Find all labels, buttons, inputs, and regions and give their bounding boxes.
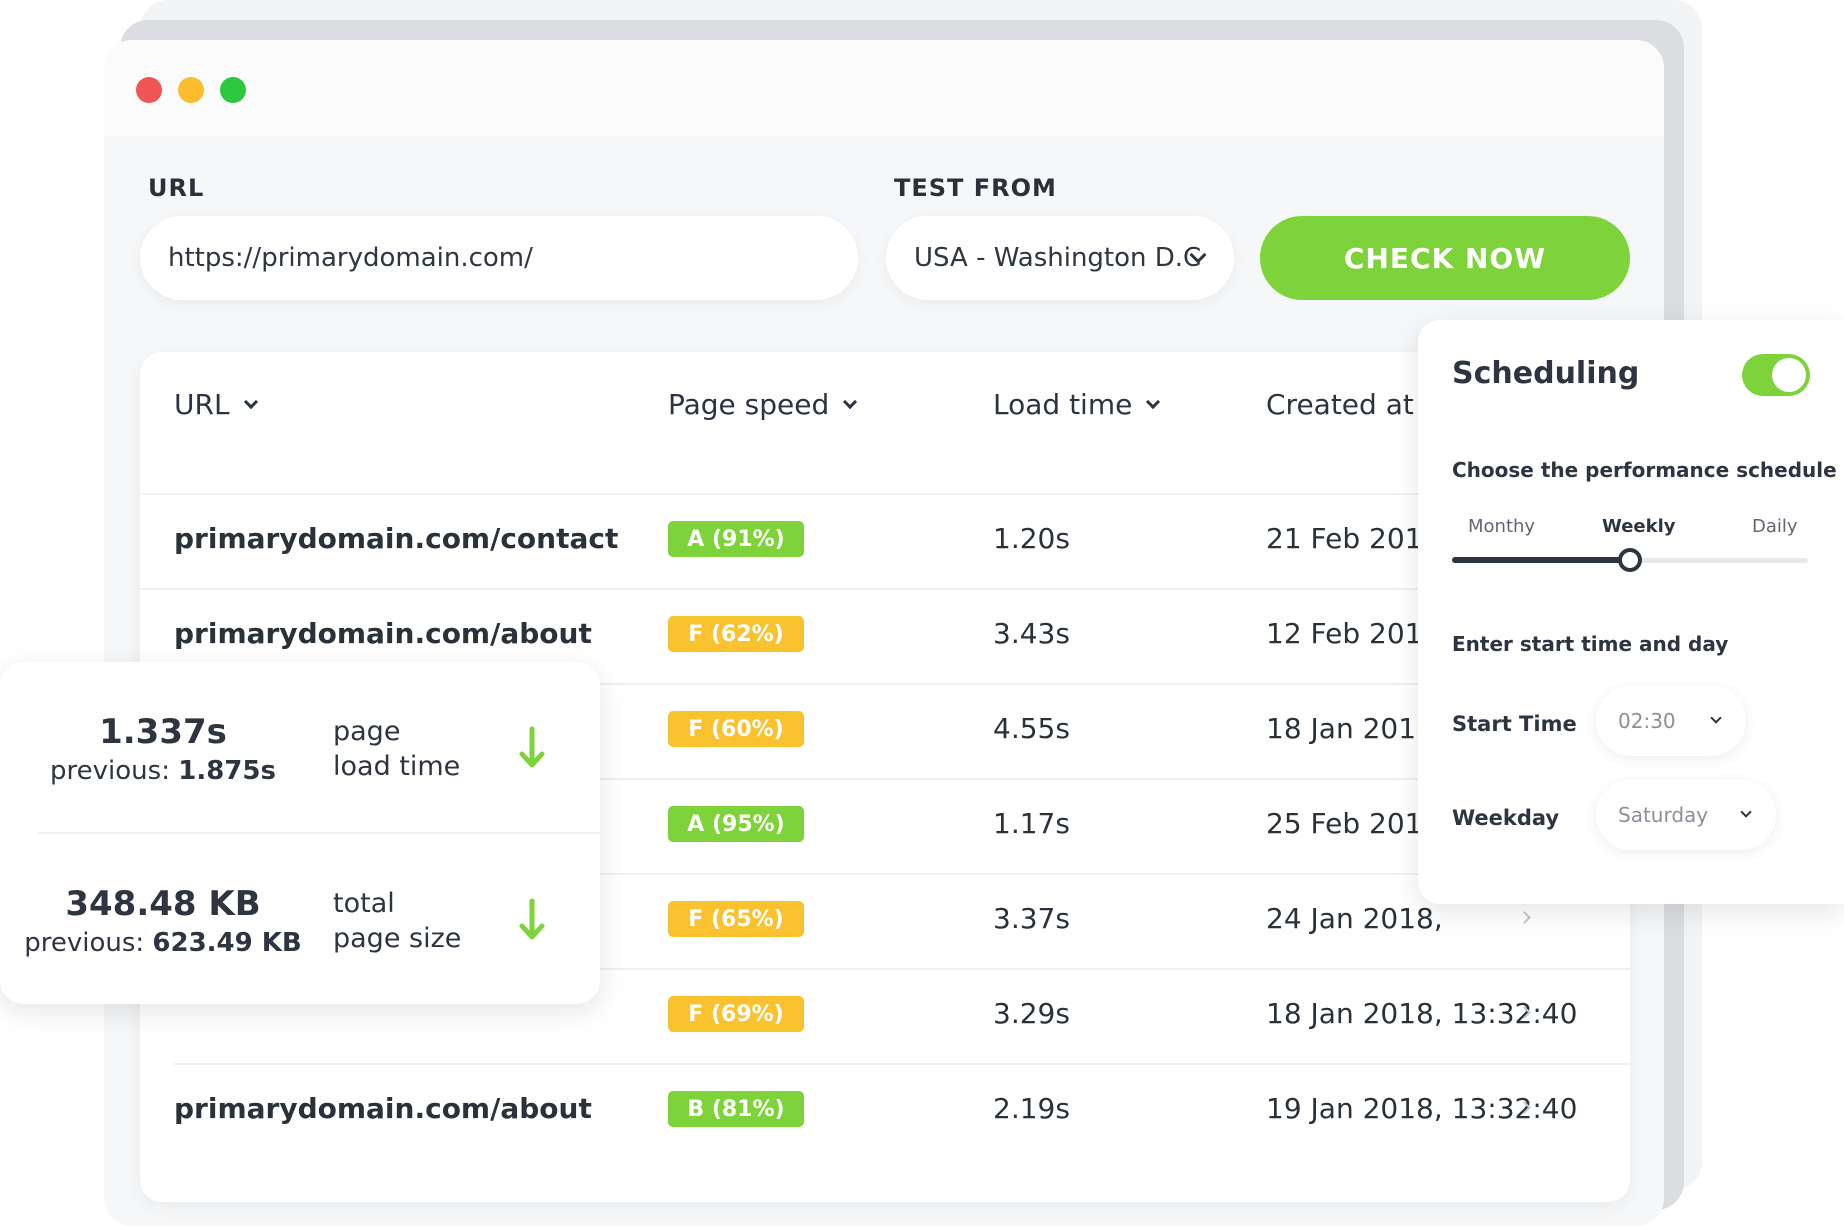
scheduling-title: Scheduling: [1452, 356, 1640, 391]
start-time-label: Start Time: [1452, 712, 1577, 736]
page-speed-badge: A (95%): [668, 806, 804, 842]
row-load-time: 4.55s: [993, 712, 1070, 745]
chevron-down-icon: [1710, 712, 1722, 724]
page-speed-badge: F (60%): [668, 711, 804, 747]
label-line: load time: [333, 751, 461, 782]
row-created-at: 18 Jan 2018, 13:32:40: [1266, 997, 1578, 1030]
row-divider: [140, 588, 1630, 590]
label-line: page: [333, 716, 401, 747]
row-created-at: 21 Feb 2018: [1266, 522, 1441, 555]
scheduling-panel: Scheduling Choose the performance schedu…: [1418, 320, 1844, 904]
url-input[interactable]: https://primarydomain.com/: [140, 216, 858, 300]
schedule-choice-label: Choose the performance schedule: [1452, 458, 1837, 482]
frequency-slider-fill: [1452, 557, 1630, 563]
arrow-down-icon: [519, 726, 545, 768]
chevron-right-icon: [1518, 911, 1531, 924]
start-time-select[interactable]: 02:30: [1596, 686, 1746, 756]
column-header-load-time[interactable]: Load time: [993, 388, 1161, 421]
row-load-time: 3.29s: [993, 997, 1070, 1030]
scheduling-toggle[interactable]: [1742, 354, 1810, 396]
previous-label: previous:: [24, 928, 145, 958]
weekday-value: Saturday: [1618, 803, 1709, 827]
row-created-at: 12 Feb 2018: [1266, 617, 1441, 650]
load-time-label: page load time: [333, 714, 460, 784]
close-window-button[interactable]: [136, 77, 162, 103]
test-from-select[interactable]: USA - Washington D.C: [886, 216, 1234, 300]
test-from-value: USA - Washington D.C: [914, 243, 1202, 273]
maximize-window-button[interactable]: [220, 77, 246, 103]
page-speed-badge: F (62%): [668, 616, 804, 652]
weekday-select[interactable]: Saturday: [1596, 780, 1776, 850]
row-divider: [174, 1063, 1630, 1065]
title-bar: [104, 40, 1664, 136]
row-url: primarydomain.com/about: [174, 617, 592, 650]
chevron-down-icon: [243, 394, 258, 409]
column-header-label: Page speed: [668, 388, 830, 421]
previous-value: 623.49 KB: [152, 928, 302, 958]
page-speed-badge: B (81%): [668, 1091, 804, 1127]
column-header-label: Load time: [993, 388, 1133, 421]
chevron-down-icon: [843, 394, 858, 409]
frequency-option-monthly[interactable]: Monthy: [1468, 516, 1535, 537]
frequency-option-weekly[interactable]: Weekly: [1602, 516, 1676, 537]
row-created-at: 19 Jan 2018, 13:32:40: [1266, 1092, 1578, 1125]
row-load-time: 2.19s: [993, 1092, 1070, 1125]
column-header-created-at[interactable]: Created at: [1266, 388, 1414, 421]
test-from-label: TEST FROM: [894, 174, 1057, 202]
previous-label: previous:: [50, 756, 170, 786]
row-load-time: 3.43s: [993, 617, 1070, 650]
chevron-down-icon: [1740, 806, 1752, 818]
url-input-value: https://primarydomain.com/: [168, 243, 533, 273]
table-row[interactable]: primarydomain.com/contact A (91%) 1.20s …: [140, 493, 1630, 588]
row-url: primarydomain.com/contact: [174, 522, 619, 555]
column-header-label: Created at: [1266, 388, 1414, 421]
load-time-previous: previous: 1.875s: [30, 756, 296, 786]
frequency-slider-handle[interactable]: [1618, 548, 1642, 572]
url-label: URL: [148, 174, 205, 202]
stats-summary-card: 1.337s previous: 1.875s page load time 3…: [0, 662, 600, 1004]
row-created-at: 18 Jan 2018,: [1266, 712, 1443, 745]
column-header-url[interactable]: URL: [174, 388, 258, 421]
start-time-value: 02:30: [1618, 709, 1676, 733]
row-divider: [140, 493, 1630, 495]
page-size-previous: previous: 623.49 KB: [20, 928, 306, 958]
label-line: total: [333, 888, 395, 919]
minimize-window-button[interactable]: [178, 77, 204, 103]
page-speed-badge: F (69%): [668, 996, 804, 1032]
row-load-time: 3.37s: [993, 902, 1070, 935]
column-header-label: URL: [174, 388, 230, 421]
stats-divider: [38, 832, 600, 834]
row-created-at: 24 Jan 2018,: [1266, 902, 1443, 935]
row-load-time: 1.17s: [993, 807, 1070, 840]
page-size-label: total page size: [333, 886, 461, 956]
label-line: page size: [333, 923, 462, 954]
check-now-button[interactable]: CHECK NOW: [1260, 216, 1630, 300]
arrow-down-icon: [519, 898, 545, 940]
page-speed-badge: A (91%): [668, 521, 804, 557]
row-load-time: 1.20s: [993, 522, 1070, 555]
frequency-option-daily[interactable]: Daily: [1752, 516, 1798, 537]
weekday-label: Weekday: [1452, 806, 1560, 830]
table-row[interactable]: primarydomain.com/about B (81%) 2.19s 19…: [140, 1063, 1630, 1158]
column-header-page-speed[interactable]: Page speed: [668, 388, 858, 421]
previous-value: 1.875s: [178, 756, 276, 786]
chevron-down-icon: [1146, 394, 1161, 409]
page-size-value: 348.48 KB: [65, 884, 261, 924]
row-created-at: 25 Feb 2018: [1266, 807, 1441, 840]
load-time-value: 1.337s: [99, 712, 227, 752]
page-speed-badge: F (65%): [668, 901, 804, 937]
toggle-knob: [1772, 358, 1806, 392]
start-time-section-label: Enter start time and day: [1452, 632, 1729, 656]
row-url: primarydomain.com/about: [174, 1092, 592, 1125]
